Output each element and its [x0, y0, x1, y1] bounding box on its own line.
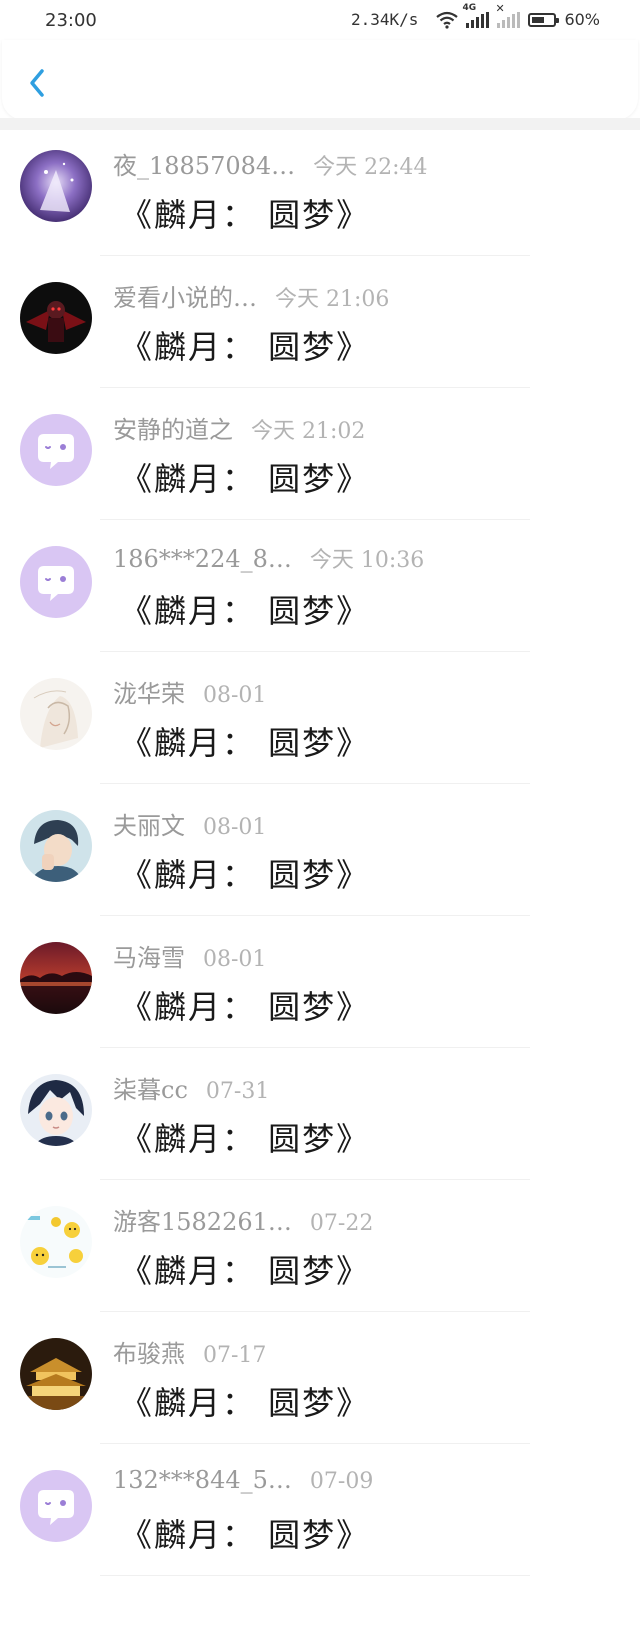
list-item[interactable]: 游客1582261… 07-22 《麟月： 圆梦》 — [0, 1180, 640, 1312]
timestamp: 08-01 — [203, 947, 267, 972]
item-header: 夫丽文 08-01 — [113, 806, 266, 841]
username: 186***224_8… — [113, 545, 292, 573]
timestamp: 08-01 — [203, 683, 267, 708]
boy-avatar[interactable] — [20, 810, 92, 882]
back-button[interactable] — [22, 65, 52, 101]
chevron-left-icon — [30, 69, 44, 97]
status-indicators: 2.34K/s 4G ✕ 60% — [351, 2, 600, 30]
divider — [100, 1575, 530, 1576]
book-title: 《麟月： 圆梦》 — [120, 592, 371, 630]
username: 安静的道之 — [113, 416, 233, 444]
username: 泷华荣 — [113, 680, 185, 708]
list-item[interactable]: 186***224_8… 今天 10:36 《麟月： 圆梦》 — [0, 520, 640, 652]
book-title: 《麟月： 圆梦》 — [120, 1252, 371, 1290]
username: 夫丽文 — [113, 812, 185, 840]
timestamp: 07-31 — [205, 1079, 270, 1104]
sunset-avatar[interactable] — [20, 942, 92, 1014]
battery-percent: 60% — [564, 10, 600, 29]
pikachu-avatar[interactable] — [20, 1206, 92, 1278]
username: 马海雪 — [113, 944, 185, 972]
default-chat-avatar[interactable] — [20, 546, 92, 618]
list-item[interactable]: 泷华荣 08-01 《麟月： 圆梦》 — [0, 652, 640, 784]
item-header: 132***844_5… 07-09 — [113, 1466, 373, 1494]
timestamp: 07-09 — [309, 1469, 374, 1494]
wifi-icon — [436, 11, 459, 29]
galaxy-avatar[interactable] — [20, 150, 92, 222]
item-header: 爱看小说的… 今天 21:06 — [113, 278, 389, 313]
username: 夜_18857084… — [113, 152, 296, 180]
anime-avatar[interactable] — [20, 1074, 92, 1146]
network-type: 4G — [462, 2, 477, 13]
username: 132***844_5… — [113, 1466, 292, 1494]
timestamp: 今天 10:36 — [309, 548, 425, 573]
item-header: 安静的道之 今天 21:02 — [113, 410, 365, 445]
no-signal-icon: ✕ — [495, 2, 521, 28]
battery-icon — [528, 12, 560, 27]
book-title: 《麟月： 圆梦》 — [120, 1516, 371, 1554]
timestamp: 08-01 — [203, 815, 267, 840]
item-header: 186***224_8… 今天 10:36 — [113, 542, 424, 574]
book-title: 《麟月： 圆梦》 — [120, 1120, 371, 1158]
username: 柒暮cc — [113, 1076, 188, 1104]
book-title: 《麟月： 圆梦》 — [120, 196, 371, 234]
item-header: 夜_18857084… 今天 22:44 — [113, 146, 428, 181]
list-item[interactable]: 爱看小说的… 今天 21:06 《麟月： 圆梦》 — [0, 256, 640, 388]
item-header: 马海雪 08-01 — [113, 938, 266, 973]
palace-avatar[interactable] — [20, 1338, 92, 1410]
network-speed: 2.34K/s — [351, 10, 419, 29]
book-title: 《麟月： 圆梦》 — [120, 1384, 371, 1422]
dark-character-avatar[interactable] — [20, 282, 92, 354]
timestamp: 今天 22:44 — [313, 155, 428, 180]
timestamp: 07-22 — [309, 1211, 374, 1236]
sketch-avatar[interactable] — [20, 678, 92, 750]
item-header: 布骏燕 07-17 — [113, 1334, 266, 1369]
timestamp: 今天 21:06 — [275, 287, 390, 312]
book-title: 《麟月： 圆梦》 — [120, 328, 371, 366]
item-header: 游客1582261… 07-22 — [113, 1202, 373, 1237]
default-chat-avatar[interactable] — [20, 1470, 92, 1542]
username: 游客1582261… — [113, 1208, 292, 1236]
item-header: 泷华荣 08-01 — [113, 674, 266, 709]
status-time: 23:00 — [45, 10, 97, 31]
book-title: 《麟月： 圆梦》 — [120, 460, 371, 498]
book-title: 《麟月： 圆梦》 — [120, 856, 371, 894]
book-title: 《麟月： 圆梦》 — [120, 988, 371, 1026]
timestamp: 07-17 — [203, 1343, 267, 1368]
default-chat-avatar[interactable] — [20, 414, 92, 486]
username: 布骏燕 — [113, 1340, 185, 1368]
item-header: 柒暮cc 07-31 — [113, 1070, 269, 1105]
list-item[interactable]: 夜_18857084… 今天 22:44 《麟月： 圆梦》 — [0, 124, 640, 256]
list-item[interactable]: 夫丽文 08-01 《麟月： 圆梦》 — [0, 784, 640, 916]
reader-list: 夜_18857084… 今天 22:44 《麟月： 圆梦》 爱看小说的… 今天 21:… — [0, 124, 640, 1576]
list-item[interactable]: 132***844_5… 07-09 《麟月： 圆梦》 — [0, 1444, 640, 1576]
username: 爱看小说的… — [113, 284, 257, 312]
list-item[interactable]: 柒暮cc 07-31 《麟月： 圆梦》 — [0, 1048, 640, 1180]
list-item[interactable]: 安静的道之 今天 21:02 《麟月： 圆梦》 — [0, 388, 640, 520]
top-nav-bar — [2, 40, 638, 120]
list-item[interactable]: 布骏燕 07-17 《麟月： 圆梦》 — [0, 1312, 640, 1444]
list-item[interactable]: 马海雪 08-01 《麟月： 圆梦》 — [0, 916, 640, 1048]
book-title: 《麟月： 圆梦》 — [120, 724, 371, 762]
timestamp: 今天 21:02 — [251, 419, 366, 444]
cellular-signal-icon: 4G — [462, 3, 490, 28]
status-bar: 23:00 2.34K/s 4G ✕ 60% — [0, 0, 640, 44]
